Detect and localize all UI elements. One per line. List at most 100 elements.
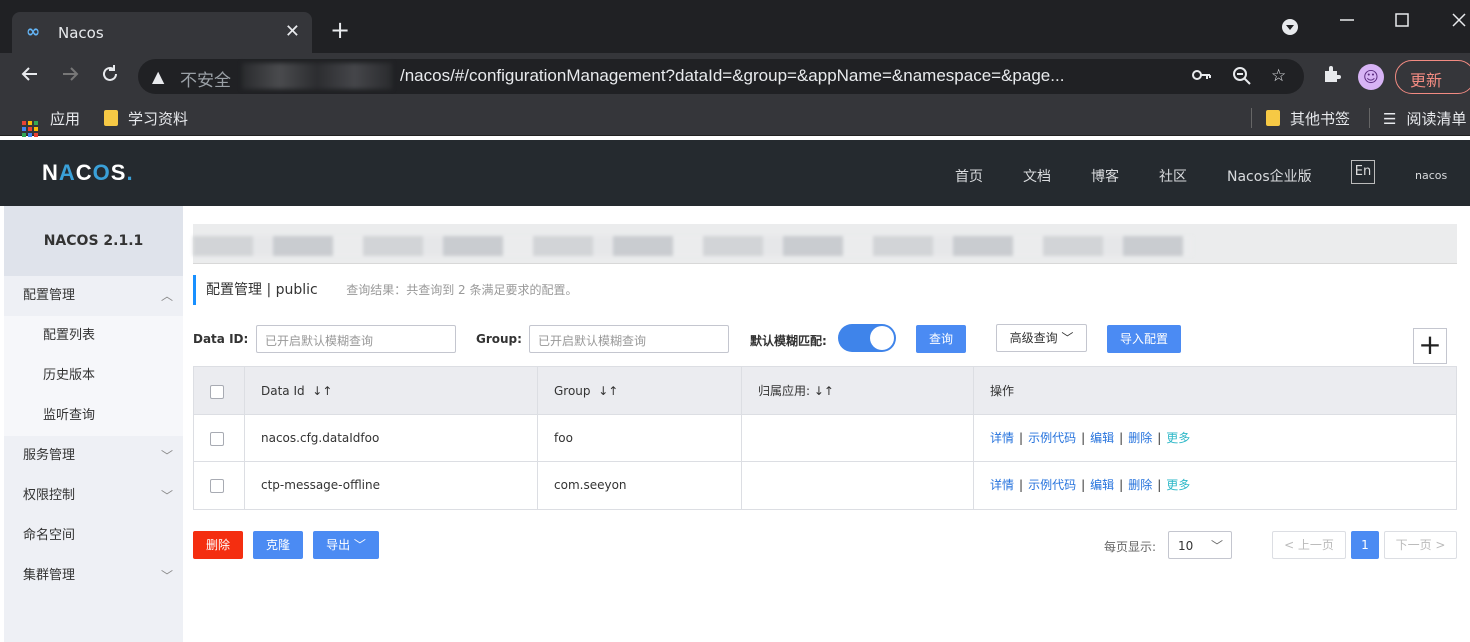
table-row: nacos.cfg.dataIdfoo foo 详情 | 示例代码 | 编辑 | 删除 | 更多 (194, 415, 1456, 462)
detail-link[interactable]: 详情 (990, 478, 1014, 492)
bookmark-apps[interactable]: 应用 (22, 108, 80, 137)
row-checkbox[interactable] (210, 431, 224, 446)
export-label: 导出 (326, 538, 351, 552)
warning-icon[interactable]: ▲ (152, 67, 164, 86)
sample-code-link[interactable]: 示例代码 (1028, 478, 1076, 492)
edit-link[interactable]: 编辑 (1090, 431, 1114, 445)
reload-icon[interactable] (100, 64, 120, 88)
update-button[interactable]: 更新 (1395, 60, 1470, 94)
minimize-icon[interactable] (1340, 6, 1354, 30)
header-data-id[interactable]: Data Id ↓↑ (245, 367, 538, 414)
sidebar-item-service-management[interactable]: 服务管理 ﹀ (4, 436, 183, 476)
new-tab-button[interactable]: + (330, 18, 350, 42)
page-1-button[interactable]: 1 (1351, 531, 1379, 559)
close-tab-icon[interactable]: ✕ (285, 21, 300, 42)
group-input[interactable]: 已开启默认模糊查询 (529, 325, 729, 353)
nav-docs[interactable]: 文档 (1023, 166, 1051, 186)
nav-home[interactable]: 首页 (955, 166, 983, 186)
advanced-query-button[interactable]: 高级查询 ﹀ (996, 324, 1087, 352)
extensions-icon[interactable] (1322, 64, 1342, 88)
nav-blog[interactable]: 博客 (1091, 166, 1119, 186)
bookmark-reading-list[interactable]: ☰ 阅读清单 (1383, 108, 1466, 129)
sidebar-item-cluster-management[interactable]: 集群管理 ﹀ (4, 556, 183, 596)
fuzzy-match-label: 默认模糊匹配: (750, 334, 827, 348)
top-nav: NACOS. 首页 文档 博客 社区 Nacos企业版 En nacos (0, 140, 1470, 206)
page-title: 配置管理 | public (206, 282, 318, 298)
detail-link[interactable]: 详情 (990, 431, 1014, 445)
profile-avatar[interactable]: ☺ (1358, 64, 1384, 90)
header-app[interactable]: 归属应用: ↓↑ (742, 367, 974, 414)
reading-list-label: 阅读清单 (1406, 110, 1467, 128)
select-all-checkbox[interactable] (210, 384, 224, 399)
separator: | (1119, 478, 1124, 492)
batch-delete-button[interactable]: 删除 (193, 531, 243, 559)
chevron-down-icon: ﹀ (160, 569, 173, 583)
header-group[interactable]: Group ↓↑ (538, 367, 742, 414)
key-icon[interactable] (1191, 66, 1211, 89)
sidebar-item-listener-query[interactable]: 监听查询 (4, 396, 183, 436)
cell-data-id: nacos.cfg.dataIdfoo (245, 415, 538, 461)
profile-dropdown-icon[interactable] (1281, 18, 1299, 40)
address-bar[interactable]: ▲ 不安全 /nacos/#/configurationManagement?d… (138, 59, 1304, 94)
sidebar-item-config-management[interactable]: 配置管理 ︿ (4, 276, 183, 316)
row-select-cell (194, 462, 245, 509)
reading-list-icon: ☰ (1383, 110, 1397, 128)
bookmark-study[interactable]: 学习资料 (104, 108, 188, 129)
url-text[interactable]: /nacos/#/configurationManagement?dataId=… (400, 66, 1064, 86)
sidebar-item-label: 配置管理 (23, 288, 76, 303)
sample-code-link[interactable]: 示例代码 (1028, 431, 1076, 445)
export-button[interactable]: 导出 ﹀ (313, 531, 379, 559)
cell-actions: 详情 | 示例代码 | 编辑 | 删除 | 更多 (974, 462, 1456, 509)
nacos-logo[interactable]: NACOS. (42, 160, 134, 186)
more-link[interactable]: 更多 (1166, 431, 1190, 445)
add-config-button[interactable]: + (1413, 328, 1447, 364)
select-all-cell (194, 367, 245, 414)
delete-link[interactable]: 删除 (1128, 478, 1152, 492)
maximize-icon[interactable] (1395, 12, 1409, 31)
edit-link[interactable]: 编辑 (1090, 478, 1114, 492)
nav-community[interactable]: 社区 (1159, 166, 1187, 186)
query-button[interactable]: 查询 (916, 325, 966, 353)
chevron-down-icon: ﹀ (1210, 539, 1223, 553)
row-checkbox[interactable] (210, 478, 224, 493)
sidebar: NACOS 2.1.1 配置管理 ︿ 配置列表 历史版本 监听查询 服务管理 ﹀ 权… (4, 206, 183, 642)
dataid-input[interactable]: 已开启默认模糊查询 (256, 325, 456, 353)
import-config-button[interactable]: 导入配置 (1107, 325, 1181, 353)
header-actions: 操作 (990, 384, 1015, 398)
version-label: NACOS 2.1.1 (4, 206, 183, 276)
bookmark-other[interactable]: 其他书签 (1266, 108, 1350, 129)
sidebar-item-history[interactable]: 历史版本 (4, 356, 183, 396)
dataid-label: Data ID: (193, 332, 249, 346)
blurred-host (242, 63, 392, 89)
more-link[interactable]: 更多 (1166, 478, 1190, 492)
star-icon[interactable]: ☆ (1271, 66, 1286, 86)
sort-icon[interactable]: ↓↑ (312, 384, 332, 398)
fuzzy-match-toggle[interactable] (838, 324, 896, 352)
zoom-icon[interactable] (1232, 66, 1252, 91)
sidebar-item-config-list[interactable]: 配置列表 (4, 316, 183, 356)
sidebar-item-namespace[interactable]: 命名空间 (4, 516, 183, 556)
user-menu[interactable]: nacos (1415, 169, 1447, 182)
bookmark-divider (1251, 108, 1252, 128)
chevron-up-icon: ︿ (160, 289, 173, 303)
nav-enterprise[interactable]: Nacos企业版 (1227, 166, 1312, 186)
forward-icon[interactable] (60, 64, 80, 88)
separator: | (1157, 478, 1162, 492)
sidebar-item-label: 历史版本 (43, 368, 96, 383)
sidebar-item-access-control[interactable]: 权限控制 ﹀ (4, 476, 183, 516)
sort-icon[interactable]: ↓↑ (814, 384, 834, 398)
next-page-button[interactable]: 下一页 > (1384, 531, 1457, 559)
prev-page-button[interactable]: < 上一页 (1272, 531, 1346, 559)
page-size-select[interactable]: 10 ﹀ (1168, 531, 1232, 559)
delete-link[interactable]: 删除 (1128, 431, 1152, 445)
window-close-icon[interactable] (1452, 12, 1466, 31)
sort-icon[interactable]: ↓↑ (598, 384, 618, 398)
browser-tab[interactable]: ∞ Nacos ✕ (12, 12, 312, 54)
back-icon[interactable] (20, 64, 40, 88)
header-label: Group (554, 384, 591, 398)
header-label: 归属应用: (758, 384, 811, 398)
clone-button[interactable]: 克隆 (253, 531, 303, 559)
chevron-down-icon: ﹀ (353, 538, 366, 552)
language-toggle[interactable]: En (1351, 160, 1375, 184)
separator: | (1081, 478, 1086, 492)
